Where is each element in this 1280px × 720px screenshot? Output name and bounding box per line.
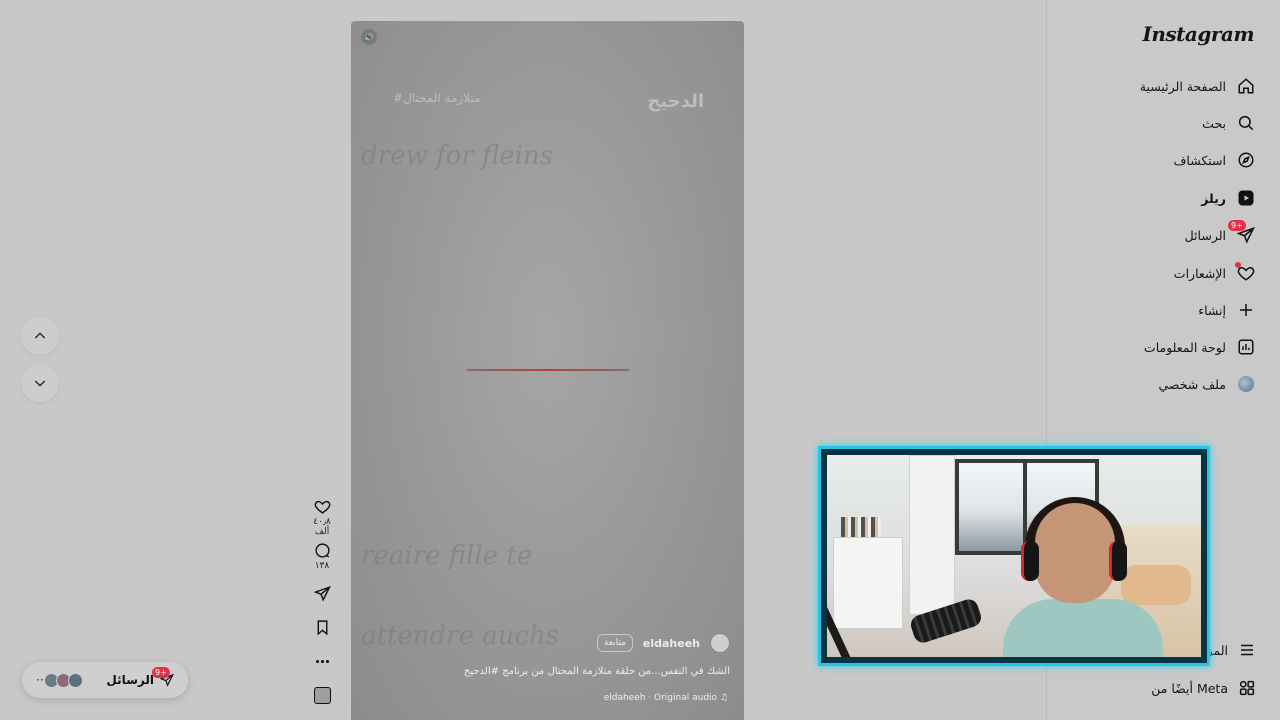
- reels-icon: [1236, 188, 1256, 208]
- webcam-overlay: [818, 446, 1210, 666]
- author-username[interactable]: eldaheeh: [643, 637, 700, 650]
- sidebar-item-label: لوحة المعلومات: [1143, 339, 1226, 355]
- messages-badge: 9+: [1228, 220, 1246, 231]
- sidebar-item-label: الرسائل: [1184, 227, 1226, 243]
- sidebar-item-label: الصفحة الرئيسية: [1139, 78, 1226, 94]
- sidebar-item-label: أيضًا من Meta: [1151, 680, 1228, 696]
- audio-text: eldaheeh · Original audio: [603, 693, 718, 703]
- streamer: [1003, 497, 1163, 657]
- sidebar-item-label: الإشعارات: [1173, 265, 1226, 281]
- sidebar-item-explore[interactable]: استكشاف: [1173, 146, 1256, 174]
- contact-avatar: [68, 672, 84, 688]
- reel-caption[interactable]: الشك في النفس...من حلقة متلازمة المحتال …: [464, 666, 730, 677]
- wardrobe: [909, 455, 955, 615]
- follow-button[interactable]: متابعة: [596, 634, 633, 652]
- author-avatar[interactable]: [710, 633, 730, 653]
- chevron-down-icon: [34, 380, 46, 387]
- sidebar-item-label: ريلز: [1201, 190, 1226, 206]
- home-icon: [1236, 76, 1256, 96]
- like-action[interactable]: ٤٠٫٨ ألف: [305, 498, 339, 537]
- sidebar-item-create[interactable]: إنشاء: [1198, 296, 1256, 324]
- music-note-icon: ♫: [719, 693, 728, 703]
- sidebar-item-label: بحث: [1202, 115, 1226, 131]
- sidebar-item-dashboard[interactable]: لوحة المعلومات: [1144, 333, 1256, 361]
- sidebar-item-label: ملف شخصي: [1158, 376, 1226, 392]
- sidebar-item-notifications[interactable]: الإشعارات: [1174, 259, 1256, 287]
- webcam-feed: [827, 455, 1201, 657]
- save-action[interactable]: [305, 619, 339, 640]
- messages-pill[interactable]: 9+ الرسائل ···: [22, 662, 188, 698]
- sidebar-item-home[interactable]: الصفحة الرئيسية: [1140, 72, 1256, 100]
- share-icon: [312, 585, 331, 602]
- sidebar-item-label: إنشاء: [1198, 302, 1226, 318]
- previous-reel-button[interactable]: [21, 317, 59, 355]
- handwriting-texture: attendre auchs: [361, 621, 560, 651]
- share-action[interactable]: [305, 585, 339, 606]
- heart-icon: [314, 500, 330, 514]
- shelf-items: [841, 517, 881, 537]
- more-dots-icon: [315, 659, 329, 664]
- audio-thumbnail[interactable]: [305, 687, 339, 708]
- handwriting-texture: drew for fleins: [361, 141, 554, 171]
- sidebar-item-label: استكشاف: [1173, 152, 1226, 168]
- mute-button[interactable]: 🔊: [361, 29, 377, 45]
- plus-icon: [1236, 300, 1256, 320]
- audio-thumb-image: [313, 687, 331, 704]
- dashboard-icon: [1236, 337, 1256, 357]
- sidebar-item-reels[interactable]: ريلز: [1201, 184, 1256, 212]
- heart-icon: [1235, 262, 1256, 283]
- bookmark-icon: [317, 620, 327, 636]
- messages-pill-badge: 9+: [152, 667, 170, 678]
- meta-apps-icon: [1239, 680, 1255, 696]
- comment-count: ١٣٨: [314, 561, 330, 571]
- notification-dot: [1235, 262, 1241, 268]
- recent-contacts: ···: [34, 672, 84, 688]
- comment-action[interactable]: ١٣٨: [305, 542, 339, 571]
- messages-pill-label: الرسائل: [106, 673, 154, 687]
- reel-video[interactable]: drew for fleins reaire fille te attendre…: [351, 21, 744, 720]
- watermark-hashtag: #متلازمة المحتال: [393, 91, 481, 105]
- sidebar-item-messages[interactable]: الرسائل 9+: [1184, 220, 1256, 249]
- search-icon: [1236, 113, 1256, 133]
- comment-icon: [314, 543, 330, 558]
- sidebar-item-meta[interactable]: أيضًا من Meta: [1151, 679, 1256, 697]
- dresser: [833, 537, 903, 629]
- watermark-brand: الدحيح: [647, 91, 704, 112]
- underline-mark: [467, 369, 629, 371]
- instagram-logo[interactable]: Instagram: [1143, 22, 1255, 46]
- sidebar-item-search[interactable]: بحث: [1202, 109, 1256, 137]
- messenger-icon: 9+: [152, 667, 176, 688]
- handwriting-texture: reaire fille te: [361, 541, 533, 571]
- compass-icon: [1236, 150, 1256, 170]
- like-count: ٤٠٫٨ ألف: [313, 517, 331, 537]
- audio-label[interactable]: eldaheeh · Original audio ♫: [604, 693, 728, 703]
- reel-author: eldaheeh متابعة: [596, 633, 730, 653]
- sidebar-item-profile[interactable]: ملف شخصي: [1158, 370, 1256, 398]
- chevron-up-icon: [34, 332, 46, 339]
- messenger-icon: 9+: [1228, 220, 1256, 245]
- more-action[interactable]: [305, 653, 339, 674]
- next-reel-button[interactable]: [21, 364, 59, 402]
- profile-avatar: [1236, 374, 1256, 394]
- menu-icon: [1241, 644, 1253, 656]
